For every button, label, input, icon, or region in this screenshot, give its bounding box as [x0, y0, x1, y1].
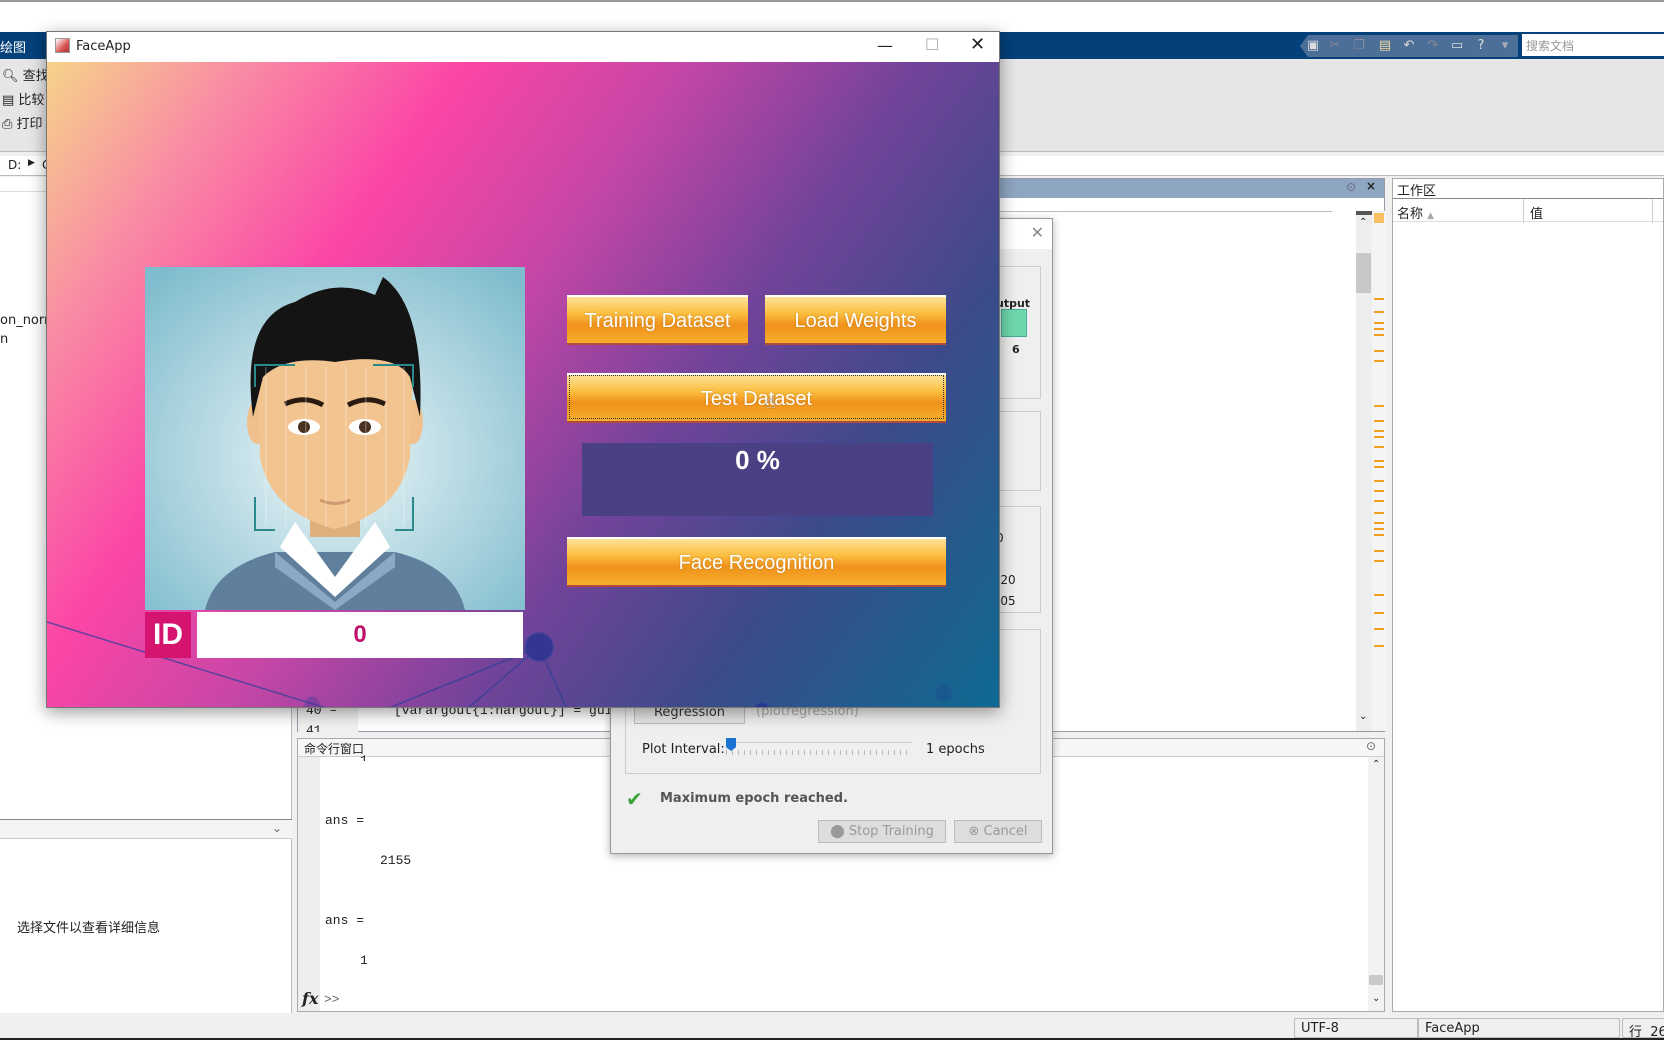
compare-button[interactable]: ▤ 比较: [2, 89, 44, 108]
encoding-status: UTF-8: [1294, 1018, 1418, 1038]
details-header[interactable]: ⌄: [0, 819, 292, 839]
matlab-logo-icon: [55, 38, 70, 53]
chevron-down-icon[interactable]: ⌄: [272, 821, 282, 835]
address-drive[interactable]: D:: [8, 158, 21, 172]
column-name[interactable]: 名称 ▲: [1397, 203, 1434, 222]
scroll-down-icon[interactable]: ⌄: [1359, 711, 1367, 722]
scroll-up-icon[interactable]: ⌃: [1359, 217, 1367, 228]
checkmark-icon: ✔: [626, 787, 643, 811]
output-size: 6: [1012, 343, 1020, 356]
test-dataset-button[interactable]: Test Dataset: [567, 373, 946, 421]
undo-icon[interactable]: ↶: [1400, 37, 1418, 55]
find-label: 查找: [22, 69, 49, 84]
file-item[interactable]: n: [0, 332, 8, 347]
faceapp-titlebar: FaceApp — ☐ ✕: [47, 32, 999, 62]
find-files-button[interactable]: 🔍︎ 查找: [2, 65, 49, 84]
plot-interval-value: 1 epochs: [926, 742, 985, 757]
print-button[interactable]: ⎙ 打印: [2, 113, 43, 132]
panel-menu-icon[interactable]: ⊙: [1346, 180, 1356, 194]
line-number: 26: [1650, 1025, 1664, 1040]
output-line: ans =: [325, 813, 365, 828]
copy-icon[interactable]: ❐: [1350, 37, 1368, 55]
face-image: [145, 267, 525, 610]
close-icon[interactable]: ✕: [970, 34, 985, 55]
output-line: ans =: [325, 913, 365, 928]
editor-line-41[interactable]: 41else: [306, 723, 322, 732]
chevron-right-icon: ▶: [28, 158, 35, 168]
line-label: 行: [1629, 1025, 1643, 1040]
stop-icon: ⬤: [830, 824, 845, 839]
code-analyzer-bar[interactable]: [1372, 211, 1386, 731]
faceapp-background: ID 0 Training Dataset Load Weights Test …: [47, 62, 999, 707]
redo-icon[interactable]: ↷: [1424, 37, 1442, 55]
compare-label: 比较: [18, 93, 45, 108]
close-icon[interactable]: ✕: [1031, 223, 1044, 242]
close-icon[interactable]: ×: [1366, 179, 1376, 193]
output-line: 2155: [380, 853, 412, 868]
id-value-field: 0: [197, 612, 523, 658]
cancel-button[interactable]: ⊗ Cancel: [954, 820, 1042, 843]
cut-icon[interactable]: ✂: [1326, 37, 1344, 55]
paste-icon[interactable]: ▤: [1376, 37, 1394, 55]
help-icon[interactable]: ?: [1472, 37, 1490, 55]
search-placeholder: 搜索文档: [1526, 39, 1575, 53]
cancel-icon: ⊗: [968, 824, 980, 839]
function-browser-icon[interactable]: fx: [302, 989, 318, 1008]
status-bar: UTF-8 FaceApp 行 26: [0, 1016, 1664, 1040]
hand-cursor-icon: ☝: [765, 392, 776, 413]
save-icon[interactable]: ▣: [1304, 37, 1322, 55]
cancel-label: Cancel: [983, 824, 1028, 839]
panel-menu-icon[interactable]: ⊙: [1366, 739, 1376, 753]
face-recognition-button[interactable]: Face Recognition: [567, 537, 946, 585]
workspace-panel: 工作区 名称 ▲ 值: [1392, 178, 1664, 1012]
line-status: 行 26: [1622, 1018, 1664, 1040]
training-dataset-button[interactable]: Training Dataset: [567, 295, 748, 343]
plot-interval-label: Plot Interval:: [642, 742, 725, 757]
sort-ascending-icon: ▲: [1427, 211, 1435, 221]
switch-windows-icon[interactable]: ▭: [1448, 37, 1466, 55]
faceapp-window: FaceApp — ☐ ✕ ID 0 Training Dataset Load…: [46, 31, 1000, 708]
column-name-label: 名称: [1397, 207, 1424, 222]
scroll-thumb[interactable]: [1356, 253, 1371, 293]
scroll-thumb[interactable]: [1369, 975, 1383, 985]
minimize-icon[interactable]: —: [877, 36, 893, 55]
workspace-header: 名称 ▲ 值: [1393, 198, 1663, 223]
search-docs-input[interactable]: 搜索文档: [1522, 34, 1664, 56]
maximize-icon[interactable]: ☐: [925, 35, 939, 54]
load-weights-button[interactable]: Load Weights: [765, 295, 946, 343]
scroll-down-icon[interactable]: ⌄: [1372, 993, 1380, 1004]
training-status-message: Maximum epoch reached.: [660, 791, 848, 806]
scroll-up-icon[interactable]: ⌃: [1372, 759, 1380, 770]
accuracy-display: 0 %: [582, 443, 933, 516]
output-line: 1: [360, 953, 368, 968]
print-label: 打印: [16, 117, 43, 132]
command-prompt[interactable]: >>: [324, 992, 340, 1007]
workspace-title: 工作区: [1397, 184, 1437, 199]
stop-training-label: Stop Training: [848, 824, 934, 839]
plot-interval-slider[interactable]: [726, 738, 912, 756]
output-layer-box: [1001, 309, 1027, 337]
stop-training-button[interactable]: ⬤ Stop Training: [818, 820, 946, 843]
dropdown-icon[interactable]: ▾: [1496, 37, 1514, 55]
id-badge: ID: [145, 612, 191, 658]
column-value[interactable]: 值: [1530, 203, 1543, 222]
desktop-top-band: [0, 0, 1664, 32]
window-title: FaceApp: [76, 39, 131, 54]
command-window-title: 命令行窗口: [304, 742, 365, 756]
line-number: 41: [306, 723, 322, 732]
file-status: FaceApp: [1418, 1018, 1620, 1038]
tab-plots[interactable]: 绘图: [0, 37, 26, 56]
output-line: 1: [360, 753, 368, 761]
warning-marks: [1374, 298, 1384, 647]
command-scrollbar[interactable]: ⌃ ⌄: [1368, 757, 1384, 1011]
details-placeholder: 选择文件以查看详细信息: [17, 921, 161, 936]
editor-scrollbar[interactable]: ⌃ ⌄: [1356, 211, 1372, 731]
